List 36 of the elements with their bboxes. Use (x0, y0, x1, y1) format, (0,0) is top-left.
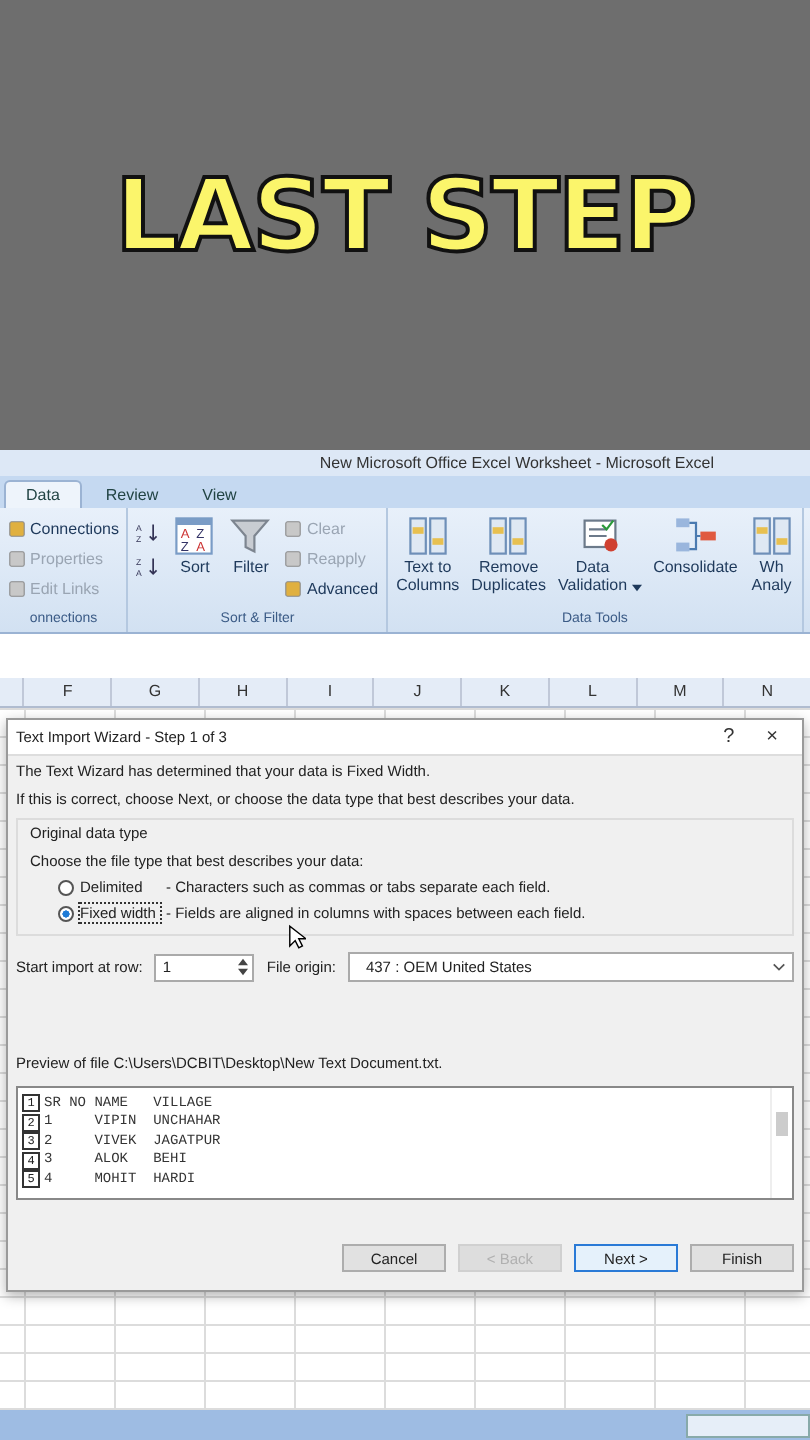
dropdown-chevron-icon[interactable] (772, 962, 786, 972)
column-header: J (372, 678, 461, 706)
column-header: I (285, 678, 373, 706)
ribbon-large-button[interactable]: Filter (228, 514, 273, 578)
table-columns-icon (749, 514, 794, 558)
radio-button[interactable] (58, 879, 74, 895)
radio-button[interactable] (58, 905, 74, 921)
ribbon-tab[interactable]: View (182, 480, 257, 508)
table-columns-icon (405, 514, 450, 558)
ribbon-large-button[interactable]: Data Validation (558, 514, 642, 596)
funnel-icon (228, 514, 273, 558)
mouse-cursor-icon (288, 924, 306, 950)
close-button[interactable]: × (750, 726, 794, 748)
caption-text: LAST STEP (115, 157, 695, 273)
column-header: G (110, 678, 198, 706)
ribbon-large-button[interactable]: Wh Analy (749, 514, 794, 596)
column-header: F (22, 678, 111, 706)
vertical-scrollbar (770, 1088, 792, 1198)
column-header: H (197, 678, 286, 706)
column-header: M (635, 678, 723, 706)
column-header: L (547, 678, 636, 706)
table-columns-icon (486, 514, 531, 558)
horizontal-scrollbar (686, 1413, 810, 1437)
dropdown-caret-icon (631, 583, 642, 592)
window-title: New Microsoft Office Excel Worksheet - Microsoft Excel (319, 454, 714, 472)
column-header: N (722, 678, 810, 706)
ribbon-small-button[interactable]: Advanced (284, 574, 379, 602)
ribbon-large-button[interactable]: Text to Columns (396, 514, 460, 596)
column-header: K (460, 678, 548, 706)
spinner-arrows-icon[interactable] (238, 958, 249, 976)
help-button[interactable]: ? (707, 726, 751, 748)
ribbon-tab[interactable]: Review (85, 480, 179, 508)
ribbon-large-button[interactable]: Remove Duplicates (471, 514, 547, 596)
ribbon-small-button[interactable]: Connections (8, 514, 119, 542)
ribbon-tab[interactable]: Data (4, 480, 82, 508)
ribbon-large-button[interactable]: Consolidate (653, 514, 738, 578)
